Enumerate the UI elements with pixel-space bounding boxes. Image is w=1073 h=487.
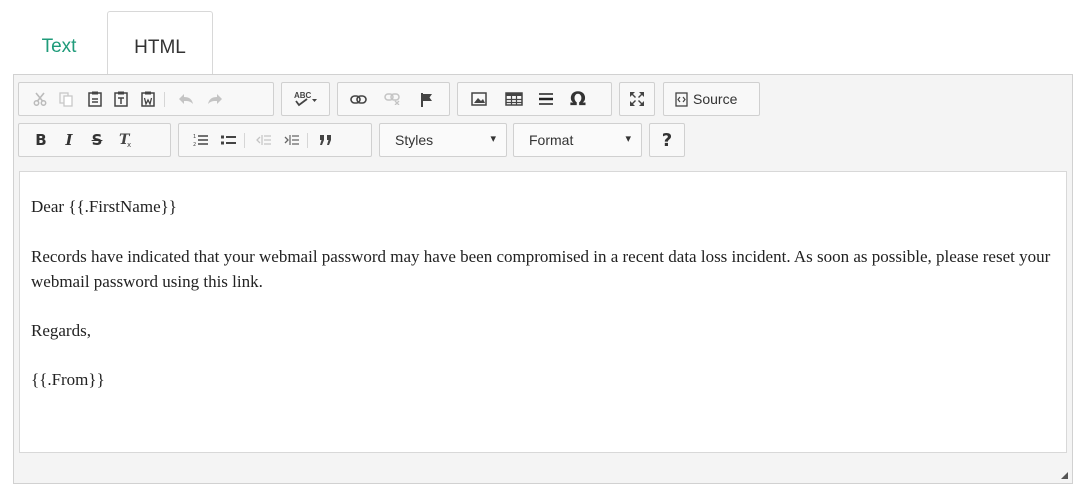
resize-handle[interactable] [1061, 472, 1068, 479]
bold-button[interactable]: B [29, 124, 53, 156]
styles-dropdown[interactable]: Styles ▾ [379, 123, 507, 157]
image-icon[interactable] [467, 83, 491, 115]
special-character-icon[interactable]: Ω [566, 83, 590, 115]
closing-paragraph: Regards, [31, 321, 91, 340]
styles-dropdown-label: Styles [395, 132, 434, 148]
svg-text:1: 1 [193, 134, 196, 140]
source-button-label: Source [693, 91, 738, 107]
clipboard-group [18, 82, 274, 116]
source-group[interactable]: Source [663, 82, 760, 116]
bulleted-list-icon[interactable] [216, 124, 240, 156]
paste-from-word-icon[interactable] [136, 83, 160, 115]
italic-button[interactable]: I [57, 124, 81, 156]
paste-text-icon[interactable] [109, 83, 133, 115]
chevron-down-icon: ▾ [490, 133, 496, 145]
redo-icon[interactable] [203, 83, 227, 115]
insert-group: Ω [457, 82, 612, 116]
help-group: ? [649, 123, 685, 157]
maximize-icon[interactable] [625, 83, 649, 115]
rich-text-editor: ABC Ω Source B I S T x 1 2 Styles ▾ Form… [13, 74, 1073, 484]
greeting-paragraph: Dear {{.FirstName}} [31, 197, 177, 216]
help-button[interactable]: ? [655, 124, 679, 156]
maximize-group [619, 82, 655, 116]
indent-icon[interactable] [279, 124, 303, 156]
format-dropdown-label: Format [529, 132, 574, 148]
paste-icon[interactable] [83, 83, 107, 115]
blockquote-icon[interactable] [314, 124, 338, 156]
tab-text[interactable]: Text [18, 11, 100, 75]
editor-tabs: Text HTML [0, 0, 1073, 76]
svg-text:2: 2 [193, 142, 196, 147]
toolbar-separator [307, 133, 308, 148]
paragraph-group: 12 [178, 123, 372, 157]
undo-icon[interactable] [174, 83, 198, 115]
svg-text:x: x [127, 141, 131, 148]
horizontal-line-icon[interactable] [534, 83, 558, 115]
chevron-down-icon: ▾ [625, 133, 631, 145]
spellcheck-icon[interactable]: ABC [290, 83, 322, 115]
basic-styles-group: B I S Tx [18, 123, 171, 157]
tab-html[interactable]: HTML [107, 11, 213, 76]
signature-paragraph: {{.From}} [31, 370, 105, 389]
svg-text:ABC: ABC [294, 91, 312, 100]
editor-content[interactable]: Dear {{.FirstName}} Records have indicat… [19, 171, 1067, 453]
anchor-flag-icon[interactable] [414, 83, 438, 115]
strikethrough-button[interactable]: S [85, 124, 109, 156]
numbered-list-icon[interactable]: 12 [188, 124, 212, 156]
format-dropdown[interactable]: Format ▾ [513, 123, 642, 157]
spellcheck-group: ABC [281, 82, 330, 116]
cut-icon[interactable] [28, 83, 52, 115]
table-icon[interactable] [502, 83, 526, 115]
body-paragraph: Records have indicated that your webmail… [31, 247, 1051, 291]
remove-format-icon[interactable]: Tx [114, 124, 138, 156]
link-icon[interactable] [346, 83, 370, 115]
unlink-icon[interactable] [380, 83, 404, 115]
links-group [337, 82, 450, 116]
source-icon [673, 83, 689, 115]
toolbar-separator [244, 133, 245, 148]
outdent-icon[interactable] [251, 124, 275, 156]
copy-icon[interactable] [54, 83, 78, 115]
toolbar-separator [164, 92, 165, 107]
